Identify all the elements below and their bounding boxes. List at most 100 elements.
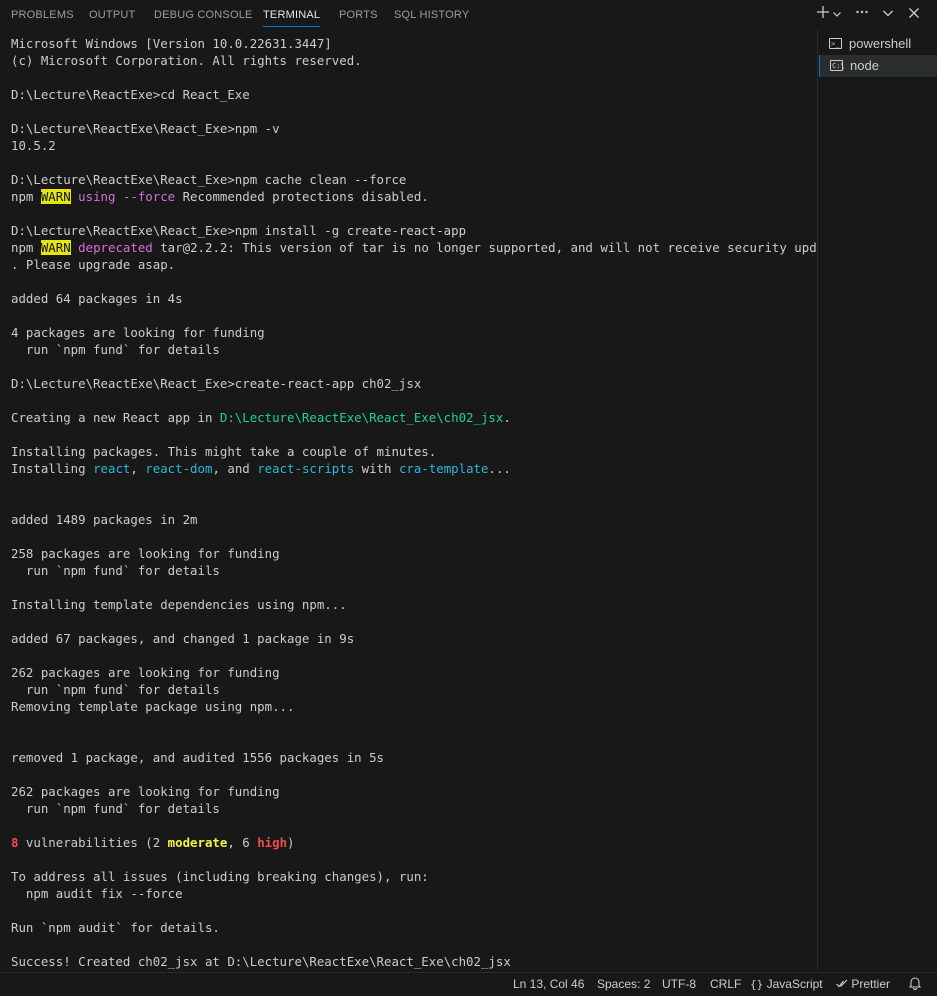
terminal-text: Run `npm audit` for details.	[11, 920, 220, 935]
terminal-line: added 64 packages in 4s	[11, 290, 811, 307]
tab-ports[interactable]: PORTS	[339, 0, 378, 30]
status-bar: Ln 13, Col 46 Spaces: 2 UTF-8 CRLF {} Ja…	[0, 972, 937, 996]
terminal-text: 262 packages are looking for funding	[11, 784, 280, 799]
warn-badge: WARN	[40, 240, 71, 255]
terminal-text: run `npm fund` for details	[11, 563, 220, 578]
status-language-label: JavaScript	[766, 977, 823, 991]
double-check-icon	[836, 977, 851, 991]
terminal-text: 4 packages are looking for funding	[11, 325, 265, 340]
terminal-line: . Please upgrade asap.	[11, 256, 811, 273]
braces-icon: {}	[750, 978, 764, 991]
tab-debug-console[interactable]: DEBUG CONSOLE	[154, 0, 253, 30]
terminal-text: 10.5.2	[11, 138, 56, 153]
terminal-text: cra-template	[398, 461, 489, 476]
terminal-text: Installing template dependencies using n…	[11, 597, 347, 612]
terminal-line: Run `npm audit` for details.	[11, 919, 811, 936]
tab-sql-history[interactable]: SQL HISTORY	[394, 0, 469, 30]
terminal-line: 8 vulnerabilities (2 moderate, 6 high)	[11, 834, 811, 851]
terminal-line: Installing packages. This might take a c…	[11, 443, 811, 460]
status-eol[interactable]: CRLF	[710, 973, 741, 996]
powershell-icon: >_	[829, 38, 842, 49]
terminal-line: D:\Lecture\ReactExe>cd React_Exe	[11, 86, 811, 103]
tab-output[interactable]: OUTPUT	[89, 0, 135, 30]
terminal-text: npm audit fix --force	[11, 886, 183, 901]
terminal-text: To address all issues (including breakin…	[11, 869, 429, 884]
cmd-icon: C:\	[830, 60, 845, 71]
terminal-line: removed 1 package, and audited 1556 pack…	[11, 749, 811, 766]
status-formatter[interactable]: Prettier	[836, 973, 890, 996]
terminal-line: npm WARN deprecated tar@2.2.2: This vers…	[11, 239, 847, 256]
terminal-text: .	[503, 410, 511, 425]
terminal-line: Removing template package using npm...	[11, 698, 811, 715]
terminal-line: 262 packages are looking for funding	[11, 783, 811, 800]
warn-badge: WARN	[40, 189, 71, 204]
terminal-list-item-powershell[interactable]: >_ powershell	[819, 33, 937, 55]
terminal-line: added 67 packages, and changed 1 package…	[11, 630, 811, 647]
terminal-text: added 1489 packages in 2m	[11, 512, 198, 527]
status-encoding[interactable]: UTF-8	[662, 973, 696, 996]
terminal-text: 258 packages are looking for funding	[11, 546, 280, 561]
bell-icon[interactable]	[908, 976, 922, 992]
terminal-text: D:\Lecture\ReactExe>cd React_Exe	[11, 87, 250, 102]
terminal-text: (c) Microsoft Corporation. All rights re…	[11, 53, 362, 68]
terminal-list-label: node	[850, 58, 879, 73]
terminal-text: added 64 packages in 4s	[11, 291, 183, 306]
tab-problems[interactable]: PROBLEMS	[11, 0, 74, 30]
chevron-down-icon[interactable]	[829, 5, 845, 25]
terminal-text: high	[257, 835, 288, 850]
more-icon[interactable]	[852, 5, 872, 25]
chevron-down-icon[interactable]	[878, 5, 898, 25]
terminal-line: run `npm fund` for details	[11, 562, 811, 579]
terminal-line: D:\Lecture\ReactExe\React_Exe>npm cache …	[11, 171, 811, 188]
terminal-line: D:\Lecture\ReactExe\React_Exe>npm -v	[11, 120, 811, 137]
terminal-line: D:\Lecture\ReactExe\React_Exe>npm instal…	[11, 222, 811, 239]
terminal-text: Creating a new React app in	[11, 410, 220, 425]
terminal-text: run `npm fund` for details	[11, 801, 220, 816]
terminal-line: run `npm fund` for details	[11, 341, 811, 358]
terminal-text: )	[287, 835, 295, 850]
terminal-text: removed 1 package, and audited 1556 pack…	[11, 750, 384, 765]
terminal-text: npm	[11, 189, 41, 204]
tab-terminal[interactable]: TERMINAL	[263, 0, 321, 30]
status-indentation[interactable]: Spaces: 2	[597, 973, 650, 996]
terminal-line: npm WARN using --force Recommended prote…	[11, 188, 811, 205]
terminal-line: npm audit fix --force	[11, 885, 811, 902]
terminal-list-item-node[interactable]: C:\ node	[819, 55, 937, 77]
terminal-line: Installing template dependencies using n…	[11, 596, 811, 613]
terminal-text: with	[354, 461, 399, 476]
status-language[interactable]: {} JavaScript	[750, 973, 823, 996]
terminal-text: deprecated	[78, 240, 153, 255]
terminal-text: vulnerabilities (2	[18, 835, 168, 850]
terminal-line: 4 packages are looking for funding	[11, 324, 811, 341]
terminal-text: react	[93, 461, 131, 476]
terminal-line: run `npm fund` for details	[11, 681, 811, 698]
terminal-text: Installing packages. This might take a c…	[11, 444, 437, 459]
terminal-text: D:\Lecture\ReactExe\React_Exe>npm cache …	[11, 172, 407, 187]
terminal-list-label: powershell	[849, 36, 912, 51]
terminal-text: D:\Lecture\ReactExe\React_Exe>npm -v	[11, 121, 280, 136]
terminal-text: . Please upgrade asap.	[11, 257, 176, 272]
terminal-line: 262 packages are looking for funding	[11, 664, 811, 681]
terminal-output[interactable]: Microsoft Windows [Version 10.0.22631.34…	[11, 35, 847, 970]
status-cursor-position[interactable]: Ln 13, Col 46	[513, 973, 584, 996]
terminal-text: run `npm fund` for details	[11, 342, 220, 357]
terminal-text: Microsoft Windows [Version 10.0.22631.34…	[11, 36, 332, 51]
close-icon[interactable]	[904, 5, 924, 25]
terminal-text: react-dom	[145, 461, 213, 476]
terminal-line: To address all issues (including breakin…	[11, 868, 811, 885]
terminal-text: moderate	[167, 835, 228, 850]
terminal-text: D:\Lecture\ReactExe\React_Exe>create-rea…	[11, 376, 422, 391]
